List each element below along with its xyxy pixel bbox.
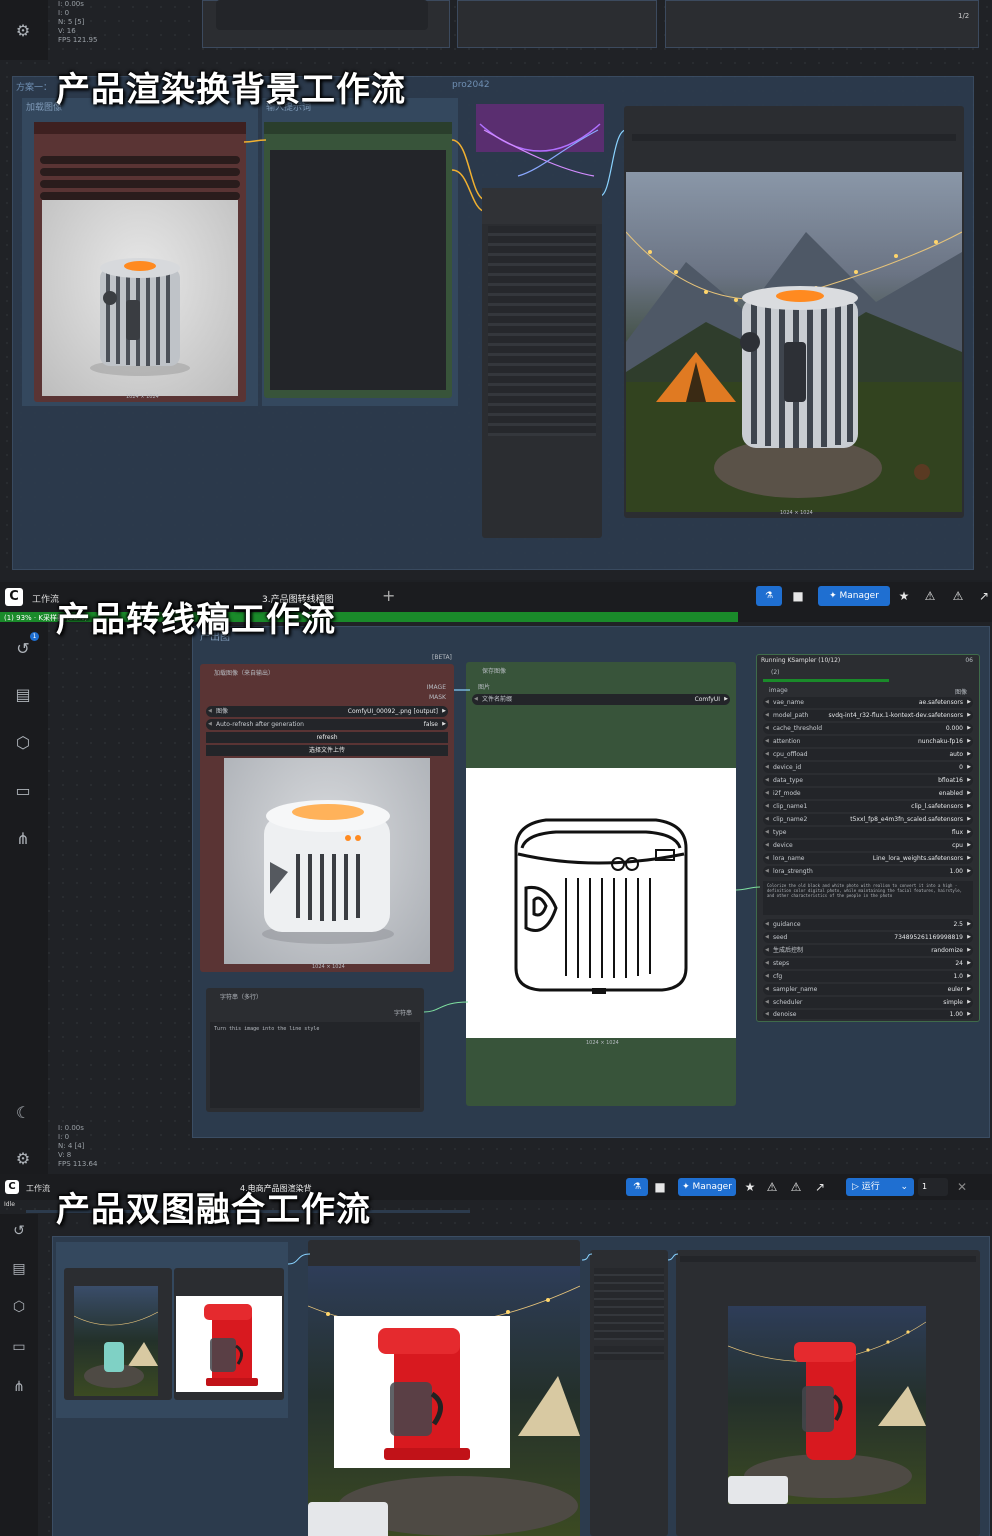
wires-s2 bbox=[423, 689, 761, 1013]
output-header-bar bbox=[632, 134, 956, 141]
section-line-art: C 工作流 3.产品图转线稿图 + (1) 93% · K采样器 (58%) ⚗… bbox=[0, 582, 992, 1174]
camping-scene-svg bbox=[626, 231, 962, 512]
banner-s2: 产品转线稿工作流 bbox=[56, 600, 336, 640]
banner-s3: 产品双图融合工作流 bbox=[56, 1190, 371, 1230]
img2-caption: 1024 × 1024 bbox=[780, 510, 813, 516]
section-dual-image: C 工作流 4.电商产品图渲染背 Idle ⚗ ■ ✦ Manager ★ ⚠ … bbox=[0, 1174, 992, 1536]
sampler-stripes bbox=[488, 226, 596, 436]
output-node[interactable]: 1024 × 1024 bbox=[624, 106, 964, 518]
sampler-header bbox=[482, 188, 602, 224]
section-render-background: ⚙ I: 0.00s I: 0 N: 5 [5] V: 16 FPS 121.9… bbox=[0, 0, 992, 580]
camping-render-image bbox=[626, 172, 962, 512]
banner-s1: 产品渲染换背景工作流 bbox=[56, 70, 406, 110]
